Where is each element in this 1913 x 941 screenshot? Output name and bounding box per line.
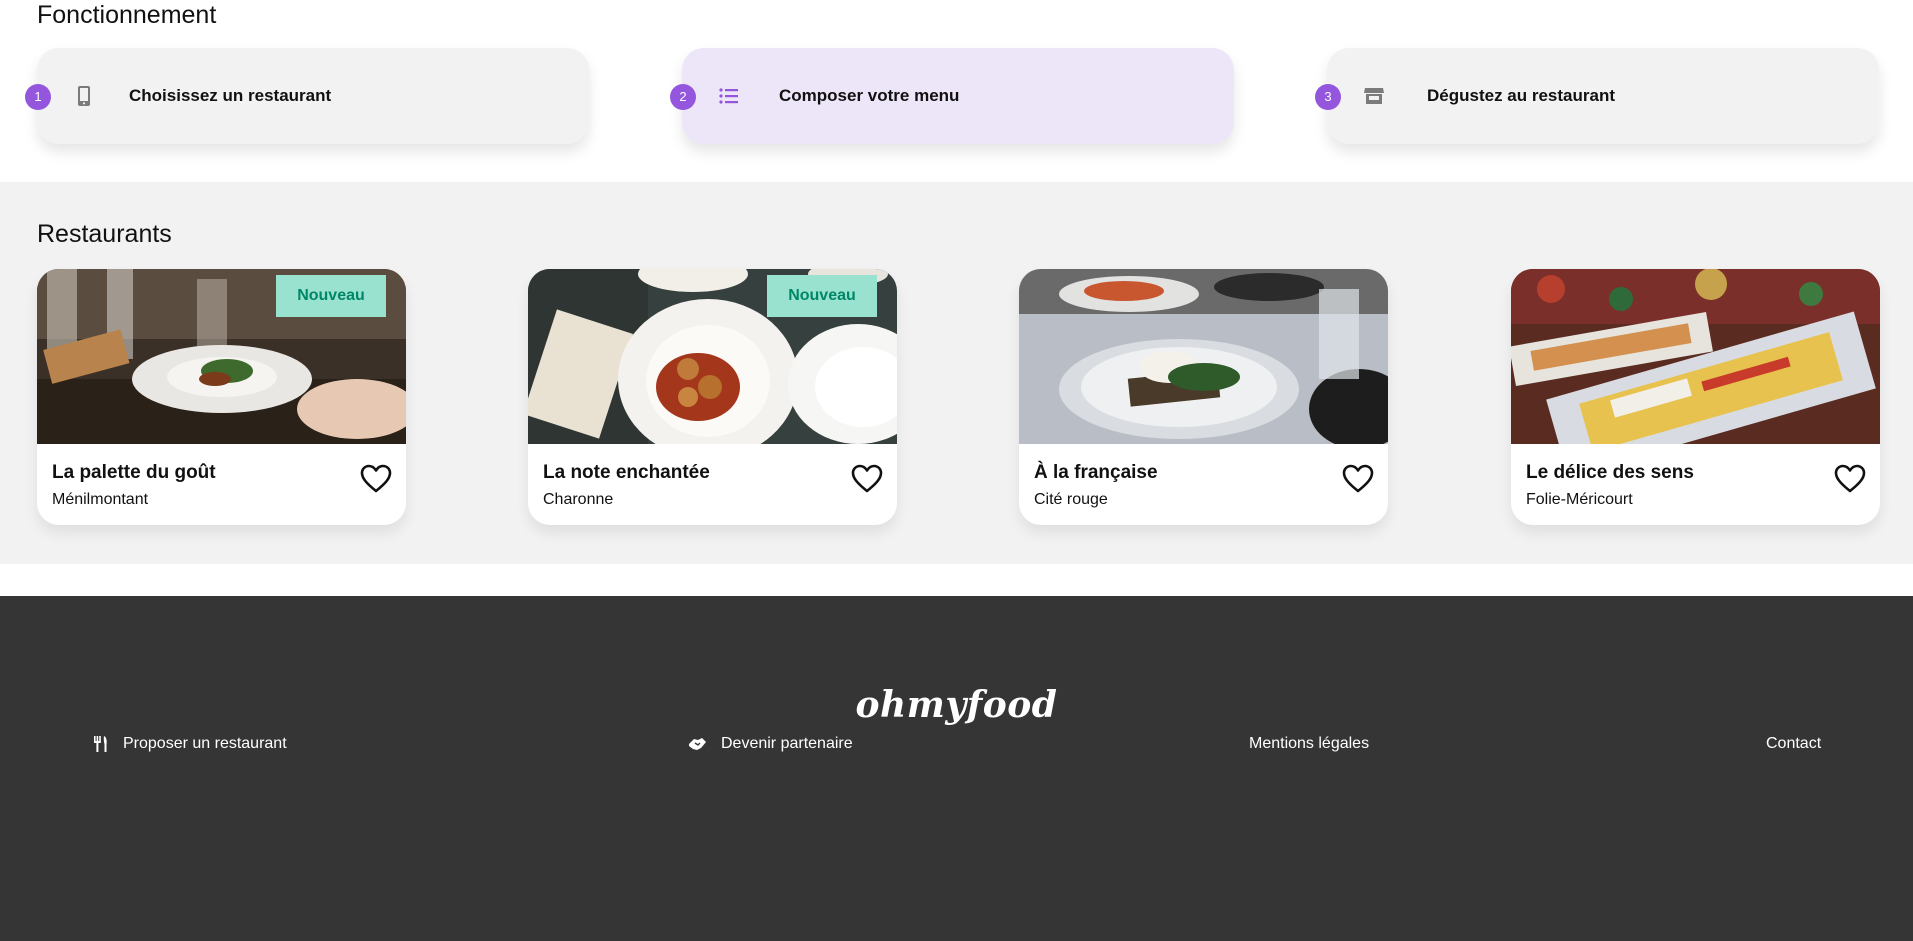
footer: ohmyfood Proposer un restaurant Devenir …: [0, 596, 1913, 941]
restaurant-name: À la française: [1034, 462, 1158, 483]
footer-link-become-partner[interactable]: Devenir partenaire: [687, 735, 853, 753]
how-it-works-section: Fonctionnement 1 Choisissez un restauran…: [0, 0, 1913, 182]
restaurant-name: La palette du goût: [52, 462, 216, 483]
restaurant-card[interactable]: Le délice des sens Folie-Méricourt: [1511, 269, 1880, 525]
footer-logo[interactable]: ohmyfood: [0, 684, 1913, 726]
heart-icon[interactable]: [851, 464, 883, 494]
new-badge: Nouveau: [276, 275, 386, 317]
restaurant-location: Ménilmontant: [52, 491, 149, 508]
step-label: Composer votre menu: [779, 86, 960, 105]
footer-link-label: Devenir partenaire: [721, 735, 853, 752]
new-badge: Nouveau: [767, 275, 877, 317]
phone-icon: [78, 86, 90, 106]
restaurant-location: Cité rouge: [1034, 491, 1108, 508]
restaurant-name: Le délice des sens: [1526, 462, 1694, 483]
restaurant-card[interactable]: À la française Cité rouge: [1019, 269, 1388, 525]
step-enjoy-restaurant: 3 Dégustez au restaurant: [1315, 48, 1879, 144]
store-icon: [1364, 88, 1384, 104]
restaurant-name: La note enchantée: [543, 462, 710, 483]
step-label: Dégustez au restaurant: [1427, 86, 1615, 105]
restaurant-photo: [1019, 269, 1388, 444]
restaurant-card[interactable]: Nouveau La palette du goût Ménilmontant: [37, 269, 406, 525]
footer-link-contact[interactable]: Contact: [1766, 735, 1821, 753]
footer-link-propose-restaurant[interactable]: Proposer un restaurant: [93, 735, 287, 753]
heart-icon[interactable]: [1342, 464, 1374, 494]
footer-link-label: Proposer un restaurant: [123, 735, 287, 752]
restaurant-photo: [1511, 269, 1880, 444]
restaurant-location: Folie-Méricourt: [1526, 491, 1633, 508]
footer-link-label: Mentions légales: [1249, 735, 1370, 752]
section-title: Restaurants: [37, 220, 172, 248]
restaurants-section: Restaurants Nouveau La palette du goût M…: [0, 182, 1913, 564]
step-number: 1: [25, 84, 51, 110]
heart-icon[interactable]: [360, 464, 392, 494]
handshake-icon: [689, 738, 706, 750]
step-number: 3: [1315, 84, 1341, 110]
step-label: Choisissez un restaurant: [129, 86, 332, 105]
step-compose-menu: 2 Composer votre menu: [670, 48, 1234, 144]
step-number: 2: [670, 84, 696, 110]
step-choose-restaurant: 1 Choisissez un restaurant: [25, 48, 589, 144]
restaurant-card[interactable]: Nouveau La note enchantée Charonne: [528, 269, 897, 525]
heart-icon[interactable]: [1834, 464, 1866, 494]
section-title: Fonctionnement: [37, 1, 217, 29]
utensils-icon: [94, 736, 107, 752]
footer-link-legal[interactable]: Mentions légales: [1249, 735, 1369, 753]
list-icon: [719, 88, 738, 104]
footer-link-label: Contact: [1766, 735, 1822, 752]
restaurant-location: Charonne: [543, 491, 614, 508]
